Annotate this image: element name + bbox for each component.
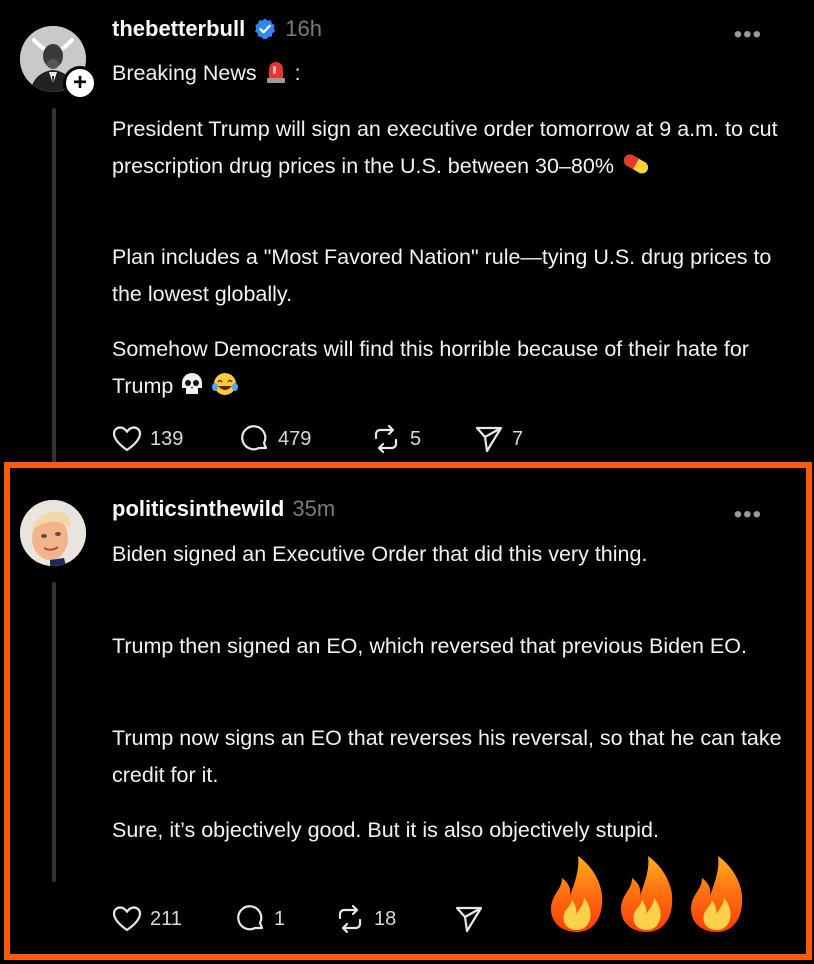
avatar[interactable] <box>20 500 86 566</box>
repost-count: 18 <box>374 907 397 930</box>
comment-icon <box>237 905 264 931</box>
laughing-emoji <box>212 373 239 395</box>
like-button[interactable]: 139 <box>112 425 240 453</box>
like-count: 211 <box>150 907 182 930</box>
post-thebetterbull: + thebetterbull 16h ••• Breaking News : <box>0 0 814 462</box>
paragraph-text: President Trump will sign an executive o… <box>112 117 778 178</box>
threads-screenshot: + thebetterbull 16h ••• Breaking News : <box>0 0 814 964</box>
verified-icon <box>255 18 276 40</box>
fire-emoji <box>551 856 603 932</box>
reply-button[interactable]: 479 <box>240 424 370 454</box>
thread-line <box>52 582 56 882</box>
post-actions: 211 1 18 <box>112 904 484 934</box>
like-count: 139 <box>150 427 184 450</box>
like-button[interactable]: 211 <box>112 905 236 933</box>
post-paragraph-2: Plan includes a "Most Favored Nation" ru… <box>112 239 782 313</box>
reply-count: 1 <box>274 907 286 930</box>
paragraph-text: Somehow Democrats will find this horribl… <box>112 337 749 398</box>
paragraph-text: Trump then signed an EO, which reversed … <box>112 634 747 658</box>
post-paragraph-3: Somehow Democrats will find this horribl… <box>112 331 782 405</box>
more-options-icon[interactable]: ••• <box>734 503 762 527</box>
post-header: thebetterbull 16h <box>112 16 322 42</box>
share-icon <box>475 426 503 453</box>
pill-emoji <box>623 154 649 174</box>
heart-icon <box>112 906 142 932</box>
intro-suffix: : <box>294 61 301 85</box>
share-button[interactable] <box>454 904 484 934</box>
post-paragraph-1: President Trump will sign an executive o… <box>112 111 782 185</box>
share-button[interactable]: 7 <box>474 424 523 454</box>
share-icon <box>455 906 483 933</box>
fire-emoji-group <box>544 852 750 934</box>
reply-count: 479 <box>278 427 312 450</box>
face-avatar-icon <box>20 500 86 566</box>
post-paragraph-1: Biden signed an Executive Order that did… <box>112 536 782 573</box>
post-paragraph-4: Sure, it’s objectively good. But it is a… <box>112 812 782 849</box>
comment-icon <box>241 425 268 451</box>
share-count: 7 <box>512 427 524 450</box>
post-paragraph-3: Trump now signs an EO that reverses his … <box>112 720 782 794</box>
heart-icon <box>112 426 142 452</box>
timestamp: 16h <box>285 16 322 41</box>
repost-icon <box>338 904 362 934</box>
username[interactable]: thebetterbull <box>112 16 245 42</box>
paragraph-text: Plan includes a "Most Favored Nation" ru… <box>112 245 772 306</box>
more-options-icon[interactable]: ••• <box>734 23 762 47</box>
repost-button[interactable]: 5 <box>370 424 474 454</box>
reply-button[interactable]: 1 <box>236 904 334 934</box>
post-actions: 139 479 5 7 <box>112 424 523 454</box>
repost-count: 5 <box>410 427 422 450</box>
repost-icon <box>374 424 398 454</box>
fire-emoji <box>691 856 743 932</box>
post-header: politicsinthewild 35m <box>112 496 335 522</box>
intro-text: Breaking News <box>112 61 257 85</box>
post-paragraph-2: Trump then signed an EO, which reversed … <box>112 628 782 665</box>
thread-line <box>52 108 56 464</box>
follow-button[interactable]: + <box>63 66 97 100</box>
siren-emoji <box>266 62 285 83</box>
timestamp: 35m <box>292 496 336 521</box>
post-intro: Breaking News : <box>112 55 782 92</box>
fire-emoji <box>621 856 673 932</box>
post-body: Breaking News : <box>112 55 782 92</box>
paragraph-text: Trump now signs an EO that reverses his … <box>112 726 782 787</box>
username[interactable]: politicsinthewild <box>112 496 284 522</box>
paragraph-text: Sure, it’s objectively good. But it is a… <box>112 818 659 842</box>
paragraph-text: Biden signed an Executive Order that did… <box>112 542 648 566</box>
skull-emoji <box>182 373 203 394</box>
repost-button[interactable]: 18 <box>334 904 454 934</box>
